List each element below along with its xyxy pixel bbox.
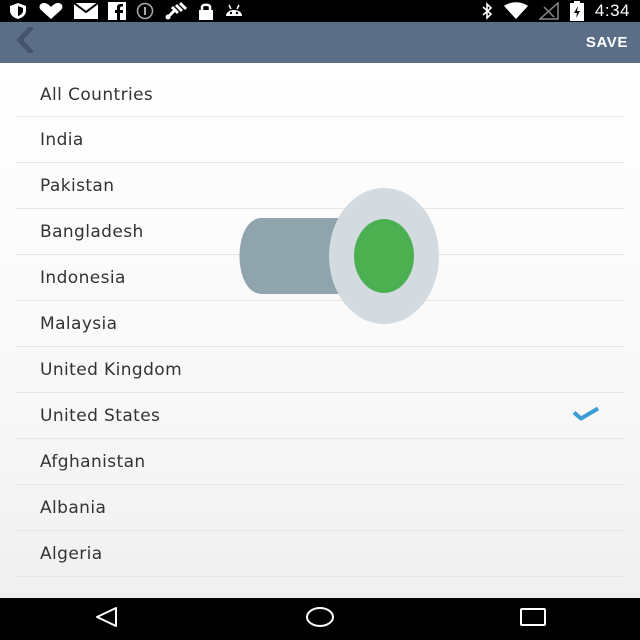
no-signal-icon — [538, 2, 559, 20]
country-label: Malaysia — [40, 313, 118, 334]
back-triangle-icon — [94, 606, 120, 633]
recents-square-icon — [519, 607, 547, 632]
country-label: Afghanistan — [40, 451, 146, 472]
list-item[interactable]: United Kingdom — [16, 347, 624, 393]
list-item[interactable]: Albania — [16, 485, 624, 531]
country-label: Bangladesh — [40, 221, 144, 242]
wifi-icon — [503, 2, 529, 20]
status-bar: 4:34 — [0, 0, 640, 22]
mail-icon — [74, 3, 98, 19]
back-button[interactable] — [0, 22, 50, 63]
list-item[interactable]: All Countries — [16, 63, 624, 117]
system-nav-bar — [0, 598, 640, 640]
facebook-icon — [108, 2, 126, 20]
status-bar-system: 4:34 — [481, 0, 640, 22]
list-item[interactable]: Afghanistan — [16, 439, 624, 485]
country-label: All Countries — [40, 84, 154, 105]
nav-back-button[interactable] — [67, 598, 147, 640]
heart-icon — [38, 2, 64, 20]
toggle-switch-icon — [234, 187, 442, 327]
country-label: Indonesia — [40, 267, 126, 288]
shield-icon — [8, 2, 28, 20]
home-circle-icon — [305, 606, 335, 633]
battery-icon — [569, 1, 585, 21]
country-list-container: All Countries India Pakistan Bangladesh … — [0, 63, 640, 598]
list-item-selected[interactable]: United States — [16, 393, 624, 439]
status-bar-notifications — [0, 0, 244, 22]
circle-info-icon — [136, 2, 154, 20]
checkmark-icon — [572, 405, 600, 426]
list-item[interactable]: India — [16, 117, 624, 163]
nav-recents-button[interactable] — [493, 598, 573, 640]
country-label: United States — [40, 405, 161, 426]
country-label: India — [40, 129, 84, 150]
bluetooth-icon — [481, 2, 493, 20]
save-button[interactable]: SAVE — [586, 34, 640, 51]
clock: 4:34 — [594, 1, 630, 20]
satellite-icon — [164, 1, 188, 21]
list-item[interactable]: Algeria — [16, 531, 624, 577]
android-icon — [224, 2, 244, 20]
country-label: Algeria — [40, 543, 103, 564]
country-label: United Kingdom — [40, 359, 183, 380]
nav-home-button[interactable] — [280, 598, 360, 640]
country-label: Albania — [40, 497, 107, 518]
app-toolbar: SAVE — [0, 22, 640, 63]
chevron-left-icon — [16, 25, 34, 58]
country-label: Pakistan — [40, 175, 115, 196]
lock-icon — [198, 2, 214, 20]
